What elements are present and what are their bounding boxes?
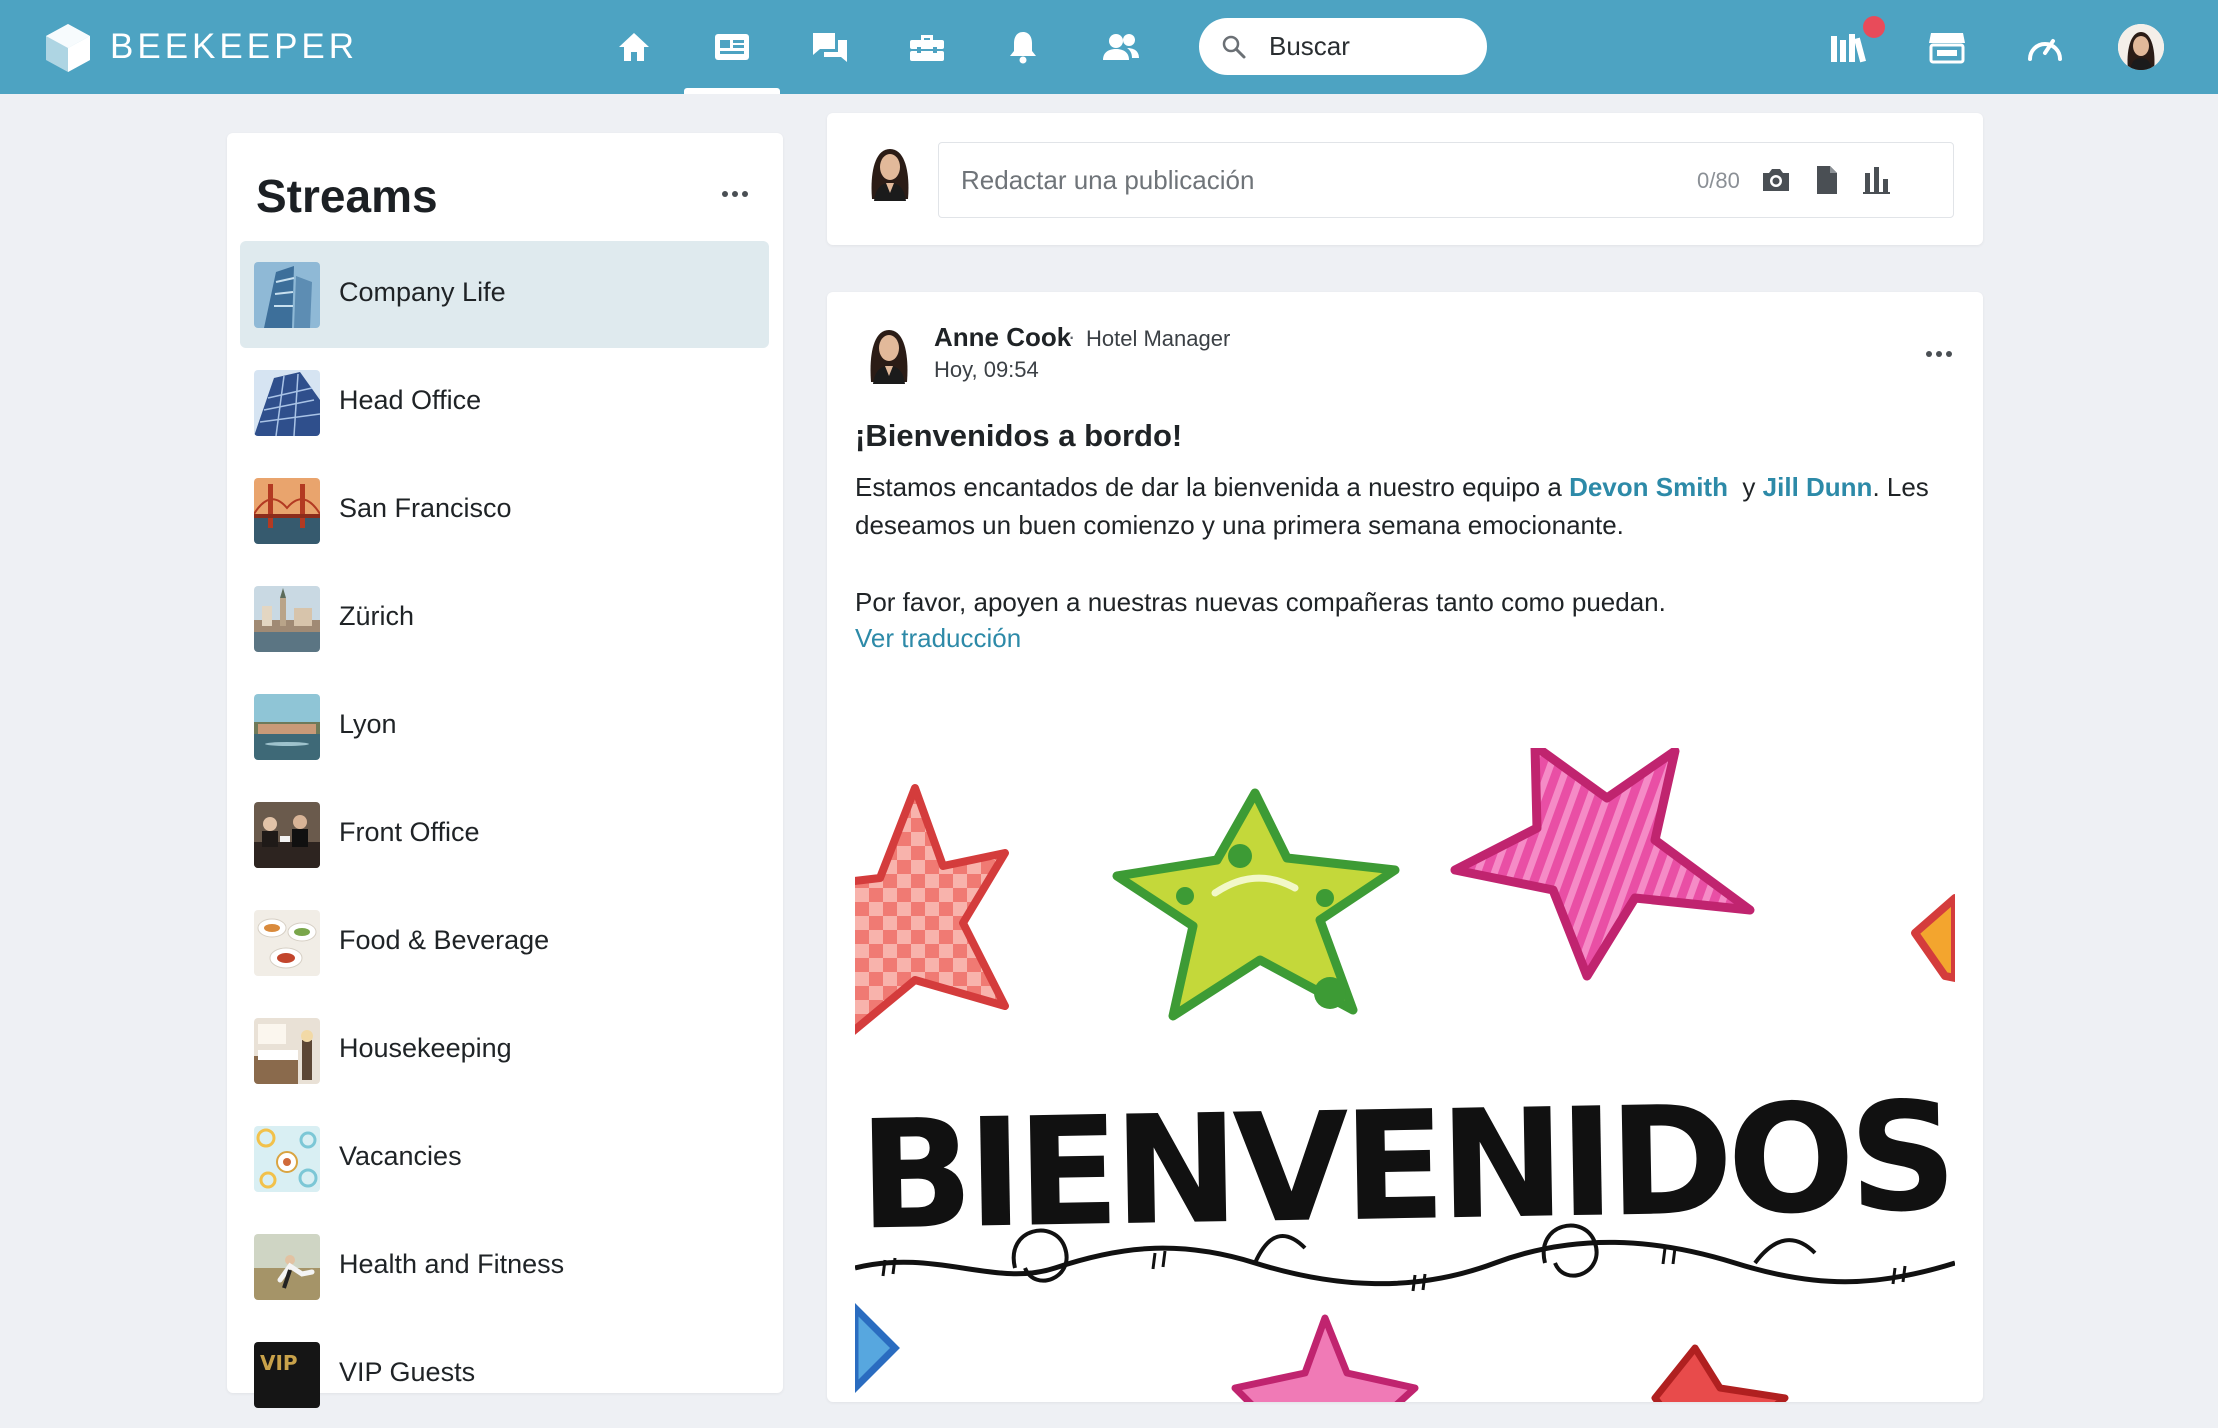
stream-label: Vacancies [339,1141,462,1171]
speedometer-icon [2028,39,2062,61]
stream-label: Zürich [339,601,415,631]
people-icon [1103,34,1139,60]
camera-icon[interactable] [1759,163,1793,197]
stream-item-vip-guests[interactable]: VIP VIP Guests [240,1321,769,1428]
nav-home[interactable] [610,23,658,71]
post-image[interactable]: BIENVENIDOS [855,748,1955,1402]
stream-item-health-fitness[interactable]: Health and Fitness [240,1213,769,1320]
post-title: ¡Bienvenidos a bordo! [855,418,1183,453]
stream-thumbnail [254,1018,320,1084]
streams-sidebar: Streams Company Life Head Office San Fra… [227,133,783,1408]
stream-thumbnail [254,262,320,328]
avatar [871,149,909,201]
mention-devon-smith[interactable]: Devon Smith [1569,472,1728,502]
nav-people[interactable] [1097,23,1145,71]
home-icon [619,33,649,61]
stream-item-lyon[interactable]: Lyon [240,673,769,780]
stream-item-vacancies[interactable]: Vacancies [240,1105,769,1212]
stream-label: Lyon [339,709,397,739]
beekeeper-logo-icon[interactable] [44,22,92,74]
stream-item-zurich[interactable]: Zürich [240,565,769,672]
stream-label: Front Office [339,817,480,847]
stream-thumbnail [254,802,320,868]
compose-placeholder: Redactar una publicación [961,165,1255,195]
nav-streams[interactable] [708,23,756,71]
top-navigation-bar: BEEKEEPER [0,0,2218,94]
active-tab-indicator [684,88,780,94]
post-author-role: Hotel Manager [1086,326,1231,351]
stream-item-housekeeping[interactable]: Housekeeping [240,997,769,1104]
more-options-icon[interactable] [1924,347,1954,361]
nav-chats[interactable] [806,23,854,71]
stream-label: Head Office [339,385,482,415]
poll-icon[interactable] [1859,163,1893,197]
post-body-paragraph: Por favor, apoyen a nuestras nuevas comp… [855,587,1666,617]
search-icon [1222,35,1246,59]
stream-thumbnail [254,478,320,544]
stream-label: VIP Guests [339,1357,476,1387]
stream-label: Housekeeping [339,1033,512,1063]
store-icon [1929,33,1965,64]
stream-thumbnail [254,694,320,760]
toolbox-icon [910,35,944,61]
stream-item-food-beverage[interactable]: Food & Beverage [240,889,769,996]
post-timestamp: Hoy, 09:54 [934,357,1039,382]
stream-label: Health and Fitness [339,1249,565,1279]
file-icon[interactable] [1809,163,1843,197]
chat-icon [813,33,847,62]
post-body: Estamos encantados de dar la bienvenida … [855,468,1955,544]
stream-thumbnail: VIP [254,1342,320,1408]
svg-text:VIP: VIP [260,1351,298,1375]
stream-item-front-office[interactable]: Front Office [240,781,769,888]
post-composer: Redactar una publicación 0/80 [827,113,1983,245]
nav-marketplace[interactable] [1923,23,1971,71]
author-avatar[interactable] [861,322,917,384]
library-icon [1831,34,1867,63]
search-bar[interactable] [1199,18,1487,75]
bell-icon [1010,32,1036,64]
nav-dashboard[interactable] [2021,23,2069,71]
stream-item-company-life[interactable]: Company Life [240,241,769,348]
notification-badge [1863,16,1885,38]
see-translation-link[interactable]: Ver traducción [855,623,1021,654]
search-input[interactable] [1269,18,1469,75]
post-text: Estamos encantados de dar la bienvenida … [855,472,1570,502]
separator-dot: · [1068,324,1076,349]
mention-jill-dunn[interactable]: Jill Dunn [1763,472,1873,502]
stream-label: Company Life [339,277,506,307]
welcome-image-text: BIENVENIDOS [857,1070,1952,1263]
stream-thumbnail [254,586,320,652]
brand-name: BEEKEEPER [110,27,359,66]
stream-thumbnail [254,1126,320,1192]
compose-post-field[interactable]: Redactar una publicación 0/80 [938,142,1954,218]
post-author-name[interactable]: Anne Cook [934,322,1071,353]
news-feed-icon [715,34,749,60]
avatar-image [2118,24,2164,70]
stream-item-san-francisco[interactable]: San Francisco [240,457,769,564]
post-text: y [1727,472,1763,502]
nav-notifications[interactable] [999,23,1047,71]
stream-label: San Francisco [339,493,512,523]
stream-thumbnail [254,1234,320,1300]
post-card: Anne Cook · Hotel Manager Hoy, 09:54 ¡Bi… [827,292,1983,1402]
stream-thumbnail [254,910,320,976]
stream-item-head-office[interactable]: Head Office [240,349,769,456]
nav-tools[interactable] [903,23,951,71]
character-counter: 0/80 [1697,168,1740,193]
more-options-icon[interactable] [720,187,750,201]
stream-thumbnail [254,370,320,436]
stream-label: Food & Beverage [339,925,550,955]
sidebar-title: Streams [256,170,438,222]
user-avatar[interactable] [2118,24,2164,70]
